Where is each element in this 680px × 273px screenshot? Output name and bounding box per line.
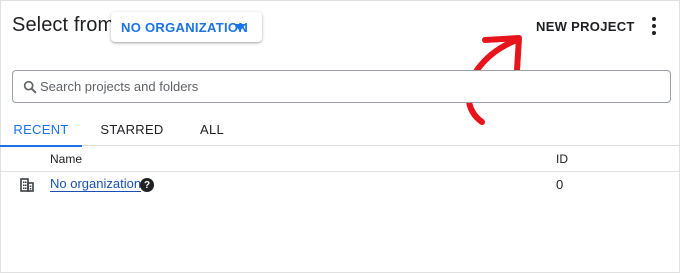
organization-selector-label: NO ORGANIZATION xyxy=(121,19,249,35)
table-row[interactable]: No organization ? 0 xyxy=(0,172,680,198)
search-icon xyxy=(23,80,37,94)
tab-bar: RECENT STARRED ALL xyxy=(0,113,680,147)
tab-all[interactable]: ALL xyxy=(192,113,232,146)
search-input[interactable] xyxy=(40,71,660,102)
tab-starred[interactable]: STARRED xyxy=(95,113,169,146)
dropdown-caret-icon xyxy=(234,24,246,31)
kebab-dot xyxy=(652,24,656,28)
organization-selector[interactable]: NO ORGANIZATION xyxy=(111,12,262,42)
row-id: 0 xyxy=(556,177,564,192)
more-vert-icon[interactable] xyxy=(647,15,661,37)
tab-recent[interactable]: RECENT xyxy=(0,113,82,147)
search-field[interactable] xyxy=(12,70,671,103)
projects-table: Name ID No organization ? 0 xyxy=(0,146,680,198)
kebab-dot xyxy=(652,17,656,21)
row-name-link[interactable]: No organization xyxy=(50,177,142,192)
new-project-button[interactable]: NEW PROJECT xyxy=(530,17,641,36)
organization-icon xyxy=(20,178,34,192)
column-header-name: Name xyxy=(50,152,83,166)
kebab-dot xyxy=(652,31,656,35)
table-header: Name ID xyxy=(0,146,680,172)
help-icon[interactable]: ? xyxy=(140,178,154,192)
page-title: Select from xyxy=(12,14,115,36)
column-header-id: ID xyxy=(556,152,568,166)
